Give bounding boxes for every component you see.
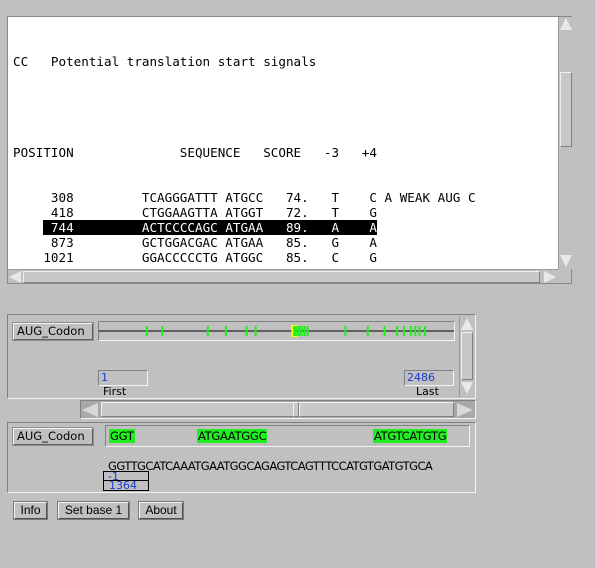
first-field[interactable]: 1 [98, 370, 148, 386]
report-rows: 308 TCAGGGATTT ATGCC 74. T C A WEAK AUG … [13, 190, 558, 269]
aug-marker[interactable] [254, 326, 257, 336]
report-vscroll-thumb[interactable] [560, 72, 572, 147]
aug-marker[interactable] [424, 326, 427, 336]
aug-marker[interactable] [403, 326, 406, 336]
aug-marker[interactable] [298, 326, 301, 336]
detail-panel: AUG_Codon GGT ATGAATGGC ATGTCATGTG GGTTG… [7, 422, 476, 493]
report-row-note: A WEAK AUG C [376, 190, 476, 206]
report-row-text: 744 ACTCCCCAGC ATGAA 89. A A [13, 220, 377, 236]
codon-block: ATGAATGGC [197, 429, 268, 443]
aug-marker[interactable] [293, 326, 296, 336]
report-row[interactable]: 308 TCAGGGATTT ATGCC 74. T C A WEAK AUG … [13, 190, 558, 205]
scroll-down-arrow-icon[interactable] [461, 382, 473, 394]
scroll-right-arrow-icon[interactable] [457, 403, 473, 417]
aug-marker[interactable] [245, 326, 248, 336]
report-row[interactable]: 873 GCTGGACGAC ATGAA 85. G A [13, 235, 558, 250]
detail-track[interactable]: GGT ATGAATGGC ATGTCATGTG [105, 425, 470, 447]
report-vscrollbar[interactable] [558, 17, 572, 269]
scroll-left-arrow-icon[interactable] [9, 271, 21, 283]
codon-block: GGT [109, 429, 135, 443]
report-row[interactable]: 744 ACTCCCCAGC ATGAA 89. A A [13, 220, 558, 236]
report-hscroll-thumb[interactable] [23, 271, 540, 283]
aug-marker[interactable] [414, 326, 417, 336]
aug-marker[interactable] [366, 326, 369, 336]
aug-marker[interactable] [383, 326, 386, 336]
sequence-cursor-box[interactable]: -1 1364 [103, 470, 149, 492]
report-row-text: 308 TCAGGGATTT ATGCC 74. T C [13, 190, 377, 206]
aug-marker[interactable] [301, 326, 304, 336]
aug-marker[interactable] [295, 326, 298, 336]
about-button[interactable]: About [138, 501, 184, 520]
aug-marker[interactable] [418, 326, 421, 336]
report-panel: CC Potential translation start signals P… [7, 16, 572, 284]
overview-vscrollbar[interactable] [459, 316, 474, 397]
report-header: CC Potential translation start signals [13, 54, 317, 70]
overview-vscroll-thumb[interactable] [461, 332, 473, 380]
aug-marker[interactable] [206, 326, 209, 336]
codon-block: ATGTCATGTG [373, 429, 448, 443]
scroll-left-arrow-icon[interactable] [82, 403, 98, 417]
overview-track-svg [99, 325, 454, 337]
set-base-button[interactable]: Set base 1 [57, 501, 130, 520]
first-caption: First [103, 385, 127, 398]
overview-panel: AUG_Codon 1 First 2486 Last [7, 314, 476, 399]
scroll-down-arrow-icon[interactable] [560, 255, 572, 267]
info-button[interactable]: Info [13, 501, 48, 520]
report-row-text: 1021 GGACCCCCTG ATGGC 85. C G [13, 250, 377, 266]
scroll-up-arrow-icon[interactable] [461, 318, 473, 330]
detail-track-label[interactable]: AUG_Codon [12, 427, 94, 446]
report-row-text: 418 CTGGAAGTTA ATGGT 72. T G [13, 205, 377, 221]
aug-marker[interactable] [306, 326, 309, 336]
report-columns: POSITION SEQUENCE SCORE -3 +4 [13, 144, 377, 160]
aug-marker[interactable] [145, 326, 148, 336]
position-scrollbar[interactable] [80, 400, 476, 419]
aug-marker[interactable] [303, 326, 306, 336]
report-blank [13, 99, 558, 114]
scroll-right-arrow-icon[interactable] [544, 271, 556, 283]
position-scroll-thumb-right[interactable] [299, 402, 454, 417]
last-field[interactable]: 2486 [404, 370, 454, 386]
report-text[interactable]: CC Potential translation start signals P… [8, 17, 558, 269]
report-row[interactable]: 418 CTGGAAGTTA ATGGT 72. T G [13, 205, 558, 220]
selected-highlight: 744 ACTCCCCAGC ATGAA 89. A A [43, 220, 377, 236]
scroll-up-arrow-icon[interactable] [560, 18, 572, 30]
position-scroll-thumb-left[interactable] [101, 402, 294, 417]
overview-track-label[interactable]: AUG_Codon [12, 322, 94, 341]
overview-track[interactable] [98, 321, 455, 341]
position-value: 1364 [109, 479, 137, 492]
aug-marker[interactable] [344, 326, 347, 336]
aug-marker[interactable] [224, 326, 227, 336]
aug-marker[interactable] [396, 326, 399, 336]
report-row[interactable]: 1021 GGACCCCCTG ATGGC 85. C G [13, 250, 558, 265]
report-hscrollbar[interactable] [8, 269, 558, 283]
aug-marker[interactable] [161, 326, 164, 336]
sequence-text: GGTTGCATCAAATGAATGGCAGAGTCAGTTTCCATGTGAT… [108, 459, 433, 473]
last-caption: Last [416, 385, 439, 398]
aug-marker[interactable] [410, 326, 413, 336]
report-row-text: 873 GCTGGACGAC ATGAA 85. G A [13, 235, 377, 251]
